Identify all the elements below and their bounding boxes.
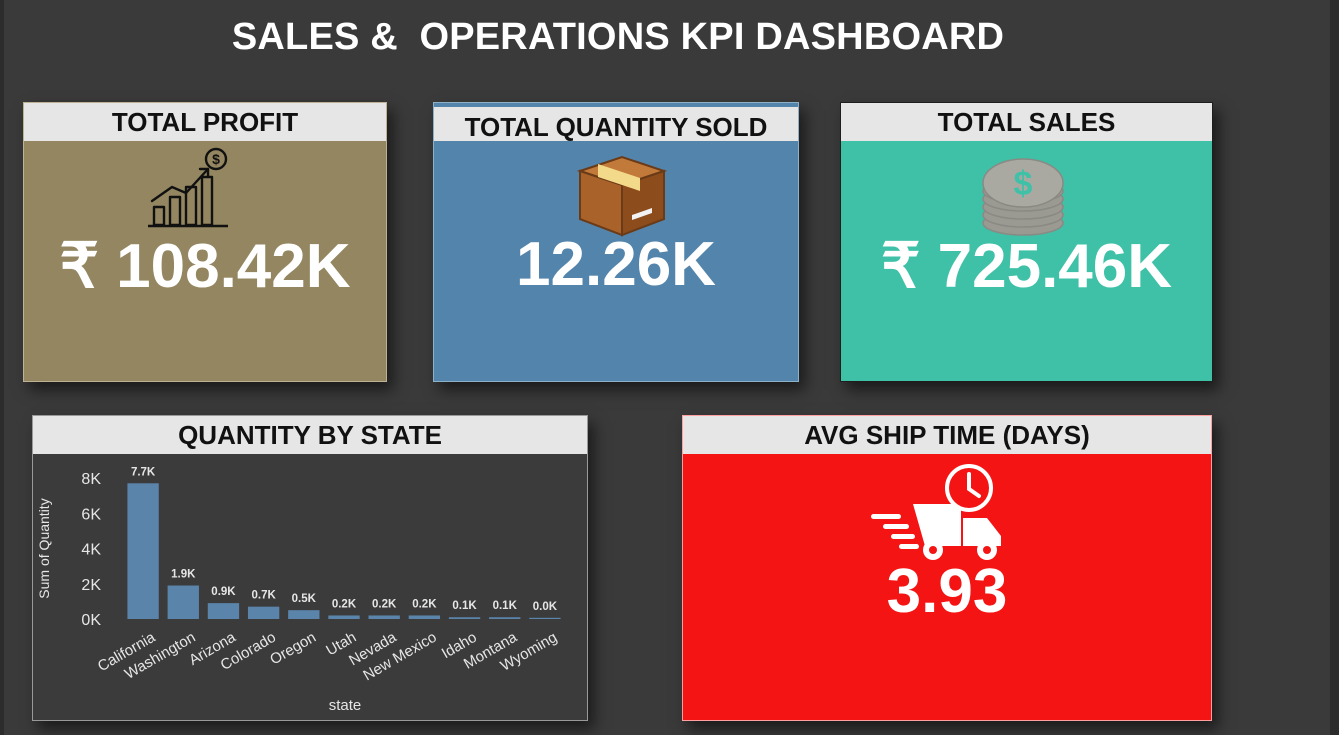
data-label: 1.9K	[171, 569, 196, 581]
bar	[368, 615, 400, 619]
window-frame-left	[0, 0, 4, 735]
data-label: 0.2K	[332, 598, 357, 610]
bar	[529, 617, 561, 619]
package-box-icon	[576, 155, 668, 237]
avg-ship-time-label: AVG SHIP TIME (DAYS)	[683, 416, 1211, 454]
data-label: 0.5K	[292, 593, 317, 605]
total-sales-card[interactable]: TOTAL SALES $ ₹ 725.46K	[840, 102, 1213, 382]
data-label: 0.2K	[372, 598, 397, 610]
y-axis-title: Sum of Quantity	[36, 498, 52, 598]
window-frame-right	[1330, 0, 1339, 735]
data-label: 0.9K	[211, 586, 236, 598]
data-label: 0.7K	[251, 590, 276, 602]
avg-ship-time-card[interactable]: AVG SHIP TIME (DAYS) 3.93	[682, 415, 1212, 721]
bar	[288, 610, 320, 619]
x-axis-title: state	[329, 697, 362, 714]
chart-title: QUANTITY BY STATE	[33, 416, 587, 454]
data-label: 7.7K	[131, 466, 156, 478]
bar	[328, 615, 360, 619]
svg-text:$: $	[212, 151, 220, 167]
y-tick-label: 8K	[81, 471, 101, 488]
profit-growth-chart-icon: $	[148, 147, 228, 228]
y-tick-label: 2K	[81, 577, 101, 594]
dashboard-title: SALES & OPERATIONS KPI DASHBOARD	[231, 16, 1005, 58]
svg-text:$: $	[1014, 165, 1033, 203]
x-tick-label: Oregon	[267, 629, 319, 669]
quantity-by-state-chart-card[interactable]: QUANTITY BY STATE 0K 2K 4K 6K 8K Sum of Quant…	[32, 415, 588, 721]
avg-ship-time-value: 3.93	[886, 557, 1008, 626]
y-tick-label: 4K	[81, 542, 101, 559]
total-quantity-card[interactable]: TOTAL QUANTITY SOLD 12.26K	[433, 102, 799, 382]
bar	[408, 615, 441, 619]
data-label: 0.1K	[493, 600, 518, 612]
bar	[167, 585, 199, 619]
total-profit-card[interactable]: TOTAL PROFIT $ ₹ 108.42K	[23, 102, 387, 382]
data-label: 0.2K	[412, 598, 437, 610]
bar	[207, 603, 240, 619]
total-sales-value: ₹ 725.46K	[880, 232, 1173, 301]
total-quantity-value: 12.26K	[516, 230, 716, 299]
total-profit-label: TOTAL PROFIT	[24, 103, 386, 141]
data-label: 0.0K	[533, 601, 558, 613]
bar	[489, 617, 521, 619]
y-tick-label: 6K	[81, 506, 101, 523]
total-profit-value: ₹ 108.42K	[59, 232, 351, 301]
quantity-by-state-chart: 0K2K4K6K8KSum of Quantity7.7KCalifornia1…	[36, 466, 561, 714]
bar	[247, 606, 280, 619]
y-tick-label: 0K	[81, 612, 101, 629]
total-sales-label: TOTAL SALES	[841, 103, 1212, 141]
coin-stack-icon: $	[982, 158, 1064, 236]
data-label: 0.1K	[452, 600, 477, 612]
total-quantity-label: TOTAL QUANTITY SOLD	[434, 107, 798, 142]
fast-delivery-truck-icon	[871, 464, 1001, 560]
bar	[448, 617, 481, 619]
bar	[127, 483, 159, 619]
